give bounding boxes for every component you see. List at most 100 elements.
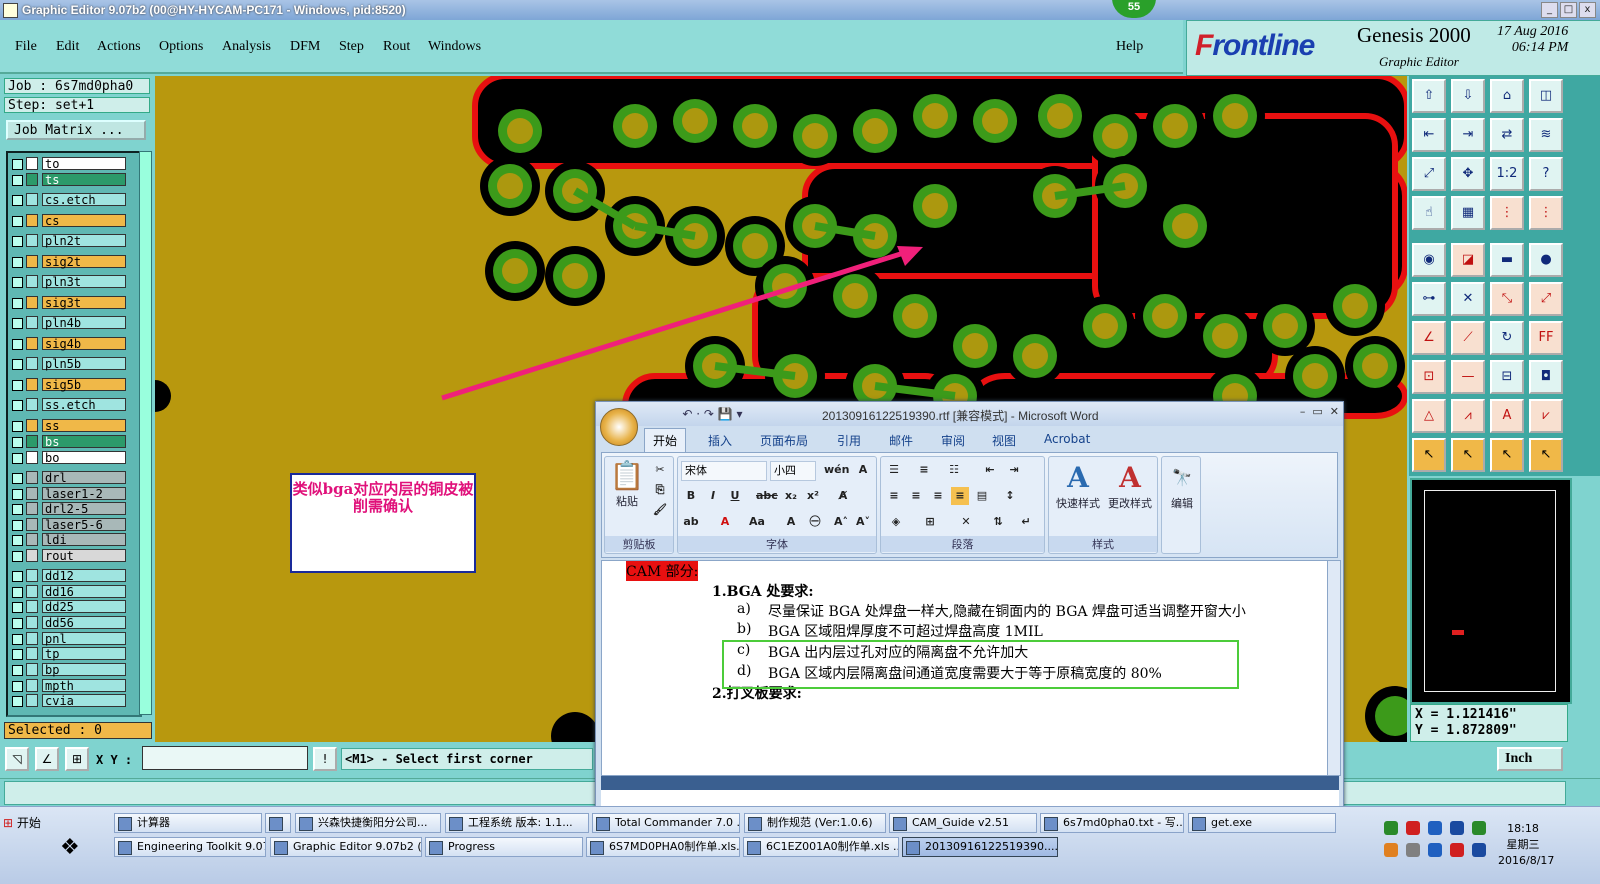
tab-references[interactable]: 引用	[837, 432, 861, 449]
layer-row[interactable]: dd56	[10, 616, 128, 630]
font-size-select[interactable]: 小四	[770, 461, 816, 481]
line-red-icon[interactable]: —	[1451, 360, 1485, 394]
layer-color-swatch[interactable]	[26, 398, 38, 411]
taskbar-button[interactable]: Engineering Toolkit 9.07...	[114, 837, 266, 857]
line-spacing-icon[interactable]: ↕	[1001, 487, 1019, 505]
menu-options[interactable]: Options	[159, 39, 203, 55]
arc-icon[interactable]: ↻	[1490, 321, 1524, 355]
layer-row[interactable]: pln3t	[10, 275, 128, 289]
layer-checkbox[interactable]	[12, 236, 23, 247]
minimize-button[interactable]: _	[1541, 2, 1558, 18]
superscript-icon[interactable]: x²	[804, 487, 822, 505]
layer-color-swatch[interactable]	[26, 569, 38, 582]
angle-icon[interactable]: ∠	[35, 747, 59, 771]
layer-color-swatch[interactable]	[26, 337, 38, 350]
change-case-icon[interactable]: Aa	[748, 513, 766, 531]
layer-list-scrollbar[interactable]	[139, 151, 152, 715]
layer-name[interactable]: cs.etch	[42, 193, 126, 207]
point-icon[interactable]: ◉	[1412, 243, 1446, 277]
layer-row[interactable]: cs.etch	[10, 193, 128, 207]
tray-icon[interactable]	[1450, 821, 1464, 835]
layer-color-swatch[interactable]	[26, 487, 38, 500]
grid-icon[interactable]: ⊞	[65, 747, 89, 771]
layer-name[interactable]: drl	[42, 471, 126, 485]
taskbar-button[interactable]: 工程系统 版本: 1.1...	[445, 813, 589, 833]
layer-row[interactable]: bp	[10, 663, 128, 677]
counter-icon[interactable]: ⊟	[1490, 360, 1524, 394]
font-name-select[interactable]: 宋体	[681, 461, 767, 481]
highlight-icon[interactable]: ab	[682, 513, 700, 531]
char-border-icon[interactable]: A	[854, 461, 872, 479]
layer-color-swatch[interactable]	[26, 357, 38, 370]
phonetic-icon[interactable]: wén	[824, 461, 849, 479]
tray-icon[interactable]	[1428, 821, 1442, 835]
maximize-button[interactable]: □	[1560, 2, 1577, 18]
numbering-icon[interactable]: ≡	[915, 461, 933, 479]
tray-icon[interactable]	[1472, 821, 1486, 835]
increase-indent-icon[interactable]: ⇥	[1005, 461, 1023, 479]
enclose-char-icon[interactable]: ㊀	[806, 513, 824, 531]
layer-row[interactable]: sig3t	[10, 296, 128, 310]
layer-color-swatch[interactable]	[26, 502, 38, 515]
layer-row[interactable]: laser5-6	[10, 518, 128, 532]
layer-color-swatch[interactable]	[26, 663, 38, 676]
home-down-icon[interactable]: ⇩	[1451, 79, 1485, 113]
layer-color-swatch[interactable]	[26, 632, 38, 645]
layer-row[interactable]: tp	[10, 647, 128, 661]
edit-icon[interactable]: ≋	[1529, 118, 1563, 152]
layer-row[interactable]: drl2-5	[10, 502, 128, 516]
layer-name[interactable]: ss.etch	[42, 398, 126, 412]
layer-name[interactable]: cs	[42, 214, 126, 228]
layer-name[interactable]: cvia	[42, 694, 126, 708]
layer-name[interactable]: laser5-6	[42, 518, 126, 532]
diag-2-icon[interactable]: ⤢	[1529, 282, 1563, 316]
system-tray[interactable]	[1380, 815, 1490, 865]
layer-checkbox[interactable]	[12, 421, 23, 432]
layer-checkbox[interactable]	[12, 216, 23, 227]
diag-icon[interactable]: ⤡	[1490, 282, 1524, 316]
layer-checkbox[interactable]	[12, 359, 23, 370]
layer-row[interactable]: to	[10, 157, 128, 171]
cross-red-icon[interactable]: ◪	[1451, 243, 1485, 277]
distribute-icon[interactable]: ▤	[973, 487, 991, 505]
align-right-icon[interactable]: ≡	[929, 487, 947, 505]
layer-checkbox[interactable]	[12, 696, 23, 707]
job-matrix-button[interactable]: Job Matrix ...	[6, 120, 146, 140]
layer-name[interactable]: mpth	[42, 679, 126, 693]
layer-name[interactable]: dd25	[42, 600, 126, 614]
layer-checkbox[interactable]	[12, 257, 23, 268]
layer-name[interactable]: pln3t	[42, 275, 126, 289]
layer-color-swatch[interactable]	[26, 533, 38, 546]
red-1-icon[interactable]: ⋮	[1490, 196, 1524, 230]
quick-styles-button[interactable]: A 快速样式	[1051, 461, 1105, 511]
underline-icon[interactable]: U	[726, 487, 744, 505]
tray-icon[interactable]	[1384, 821, 1398, 835]
layer-checkbox[interactable]	[12, 175, 23, 186]
document-scrollbar[interactable]	[1327, 560, 1341, 776]
layer-row[interactable]: mpth	[10, 679, 128, 693]
layer-color-swatch[interactable]	[26, 255, 38, 268]
tray-icon[interactable]	[1428, 843, 1442, 857]
layer-name[interactable]: pnl	[42, 632, 126, 646]
word-window-controls[interactable]: – ▭ ✕	[1300, 405, 1339, 418]
layer-name[interactable]: bp	[42, 663, 126, 677]
layer-color-swatch[interactable]	[26, 647, 38, 660]
layer-checkbox[interactable]	[12, 618, 23, 629]
layer-row[interactable]: sig4b	[10, 337, 128, 351]
menu-help[interactable]: Help	[1116, 39, 1143, 55]
layer-row[interactable]: bo	[10, 451, 128, 465]
right-icon[interactable]: ⇥	[1451, 118, 1485, 152]
layer-checkbox[interactable]	[12, 473, 23, 484]
layer-name[interactable]: pln5b	[42, 357, 126, 371]
units-button[interactable]: Inch	[1497, 747, 1563, 771]
panel-icon[interactable]: ◫	[1529, 79, 1563, 113]
cursor-4-icon[interactable]: ↖	[1529, 438, 1563, 472]
help-icon[interactable]: ?	[1529, 157, 1563, 191]
layer-row[interactable]: ss	[10, 419, 128, 433]
cut-icon[interactable]: ✂	[651, 461, 669, 479]
layer-color-swatch[interactable]	[26, 275, 38, 288]
layer-row[interactable]: cvia	[10, 694, 128, 708]
layer-color-swatch[interactable]	[26, 157, 38, 170]
start-button[interactable]: ⊞ 开始	[3, 813, 49, 833]
tri-4-icon[interactable]: ⩗	[1529, 399, 1563, 433]
